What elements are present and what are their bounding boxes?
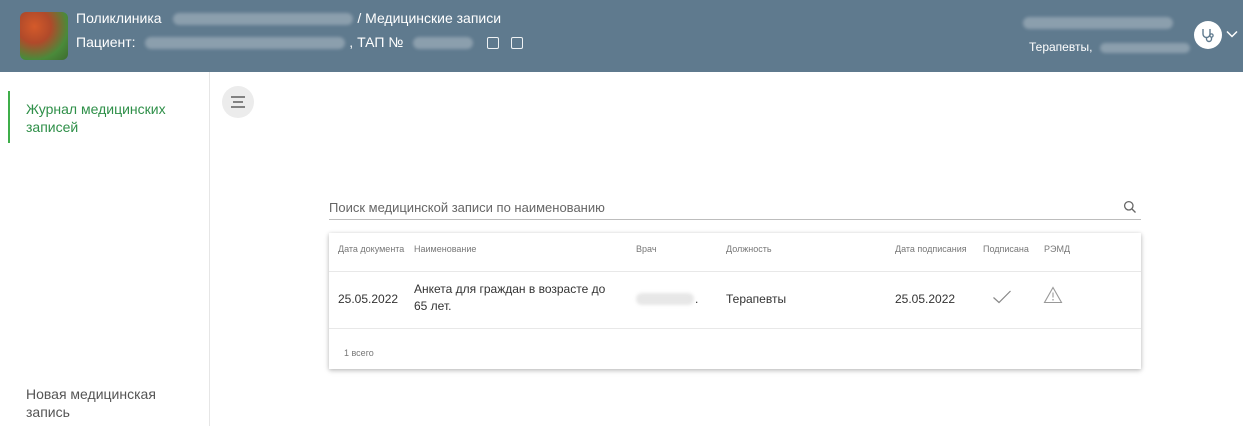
- user-name-redacted: [1023, 14, 1173, 32]
- total-count: 1 всего: [344, 348, 374, 358]
- clinic-logo: [20, 12, 68, 60]
- check-icon: [992, 289, 1012, 310]
- search-input[interactable]: Поиск медицинской записи по наименованию: [329, 200, 605, 215]
- col-header-doctor[interactable]: Врач: [636, 244, 657, 254]
- patient-line: Пациент: , ТАП №: [76, 34, 523, 50]
- user-role-text: Терапевты,: [1029, 40, 1093, 54]
- row-divider: [329, 328, 1141, 329]
- warning-icon[interactable]: [1043, 286, 1063, 309]
- cell-position: Терапевты: [726, 292, 787, 306]
- user-role-redacted: [1099, 42, 1190, 53]
- col-header-signed[interactable]: Подписана: [983, 244, 1029, 254]
- sidebar-item-new-record[interactable]: Новая медицинская запись: [26, 385, 196, 421]
- search-icon[interactable]: [1123, 200, 1137, 219]
- cell-signed-date: 25.05.2022: [895, 292, 956, 306]
- user-role: Терапевты,: [1029, 40, 1190, 54]
- menu-toggle-button[interactable]: [222, 86, 254, 118]
- document-icon[interactable]: [511, 37, 523, 50]
- col-header-signed-date[interactable]: Дата подписания: [895, 244, 967, 254]
- records-table: Дата документа Наименование Врач Должнос…: [329, 233, 1141, 369]
- stethoscope-icon[interactable]: [1194, 21, 1222, 49]
- header-divider: [329, 271, 1141, 272]
- col-header-name[interactable]: Наименование: [414, 244, 476, 254]
- chevron-down-icon[interactable]: [1225, 27, 1239, 46]
- col-header-position[interactable]: Должность: [726, 244, 772, 254]
- cell-date: 25.05.2022: [338, 292, 399, 306]
- cell-doctor: .: [695, 292, 699, 306]
- patient-name-redacted: [145, 37, 346, 50]
- menu-icon: [231, 96, 245, 108]
- clinic-name-redacted: [173, 13, 354, 26]
- col-header-date[interactable]: Дата документа: [338, 244, 404, 254]
- tap-number-redacted: [413, 37, 474, 50]
- header-breadcrumb: Поликлиника / Медицинские записи: [76, 10, 501, 26]
- patient-label: Пациент:: [76, 34, 136, 50]
- cell-doctor-redacted: [636, 293, 694, 305]
- app-header: Поликлиника / Медицинские записи Пациент…: [0, 0, 1243, 72]
- tap-label: , ТАП №: [349, 34, 404, 50]
- sidebar-item-journal[interactable]: Журнал медицинских записей: [26, 100, 196, 136]
- col-header-remd[interactable]: РЭМД: [1044, 244, 1070, 254]
- section-title: / Медицинские записи: [357, 10, 502, 26]
- sidebar: Журнал медицинских записей Новая медицин…: [0, 72, 210, 426]
- open-external-icon[interactable]: [487, 37, 500, 50]
- search-underline: [329, 219, 1141, 220]
- active-indicator: [8, 91, 10, 143]
- cell-name: Анкета для граждан в возрасте до 65 лет.: [414, 282, 606, 313]
- clinic-label: Поликлиника: [76, 10, 162, 26]
